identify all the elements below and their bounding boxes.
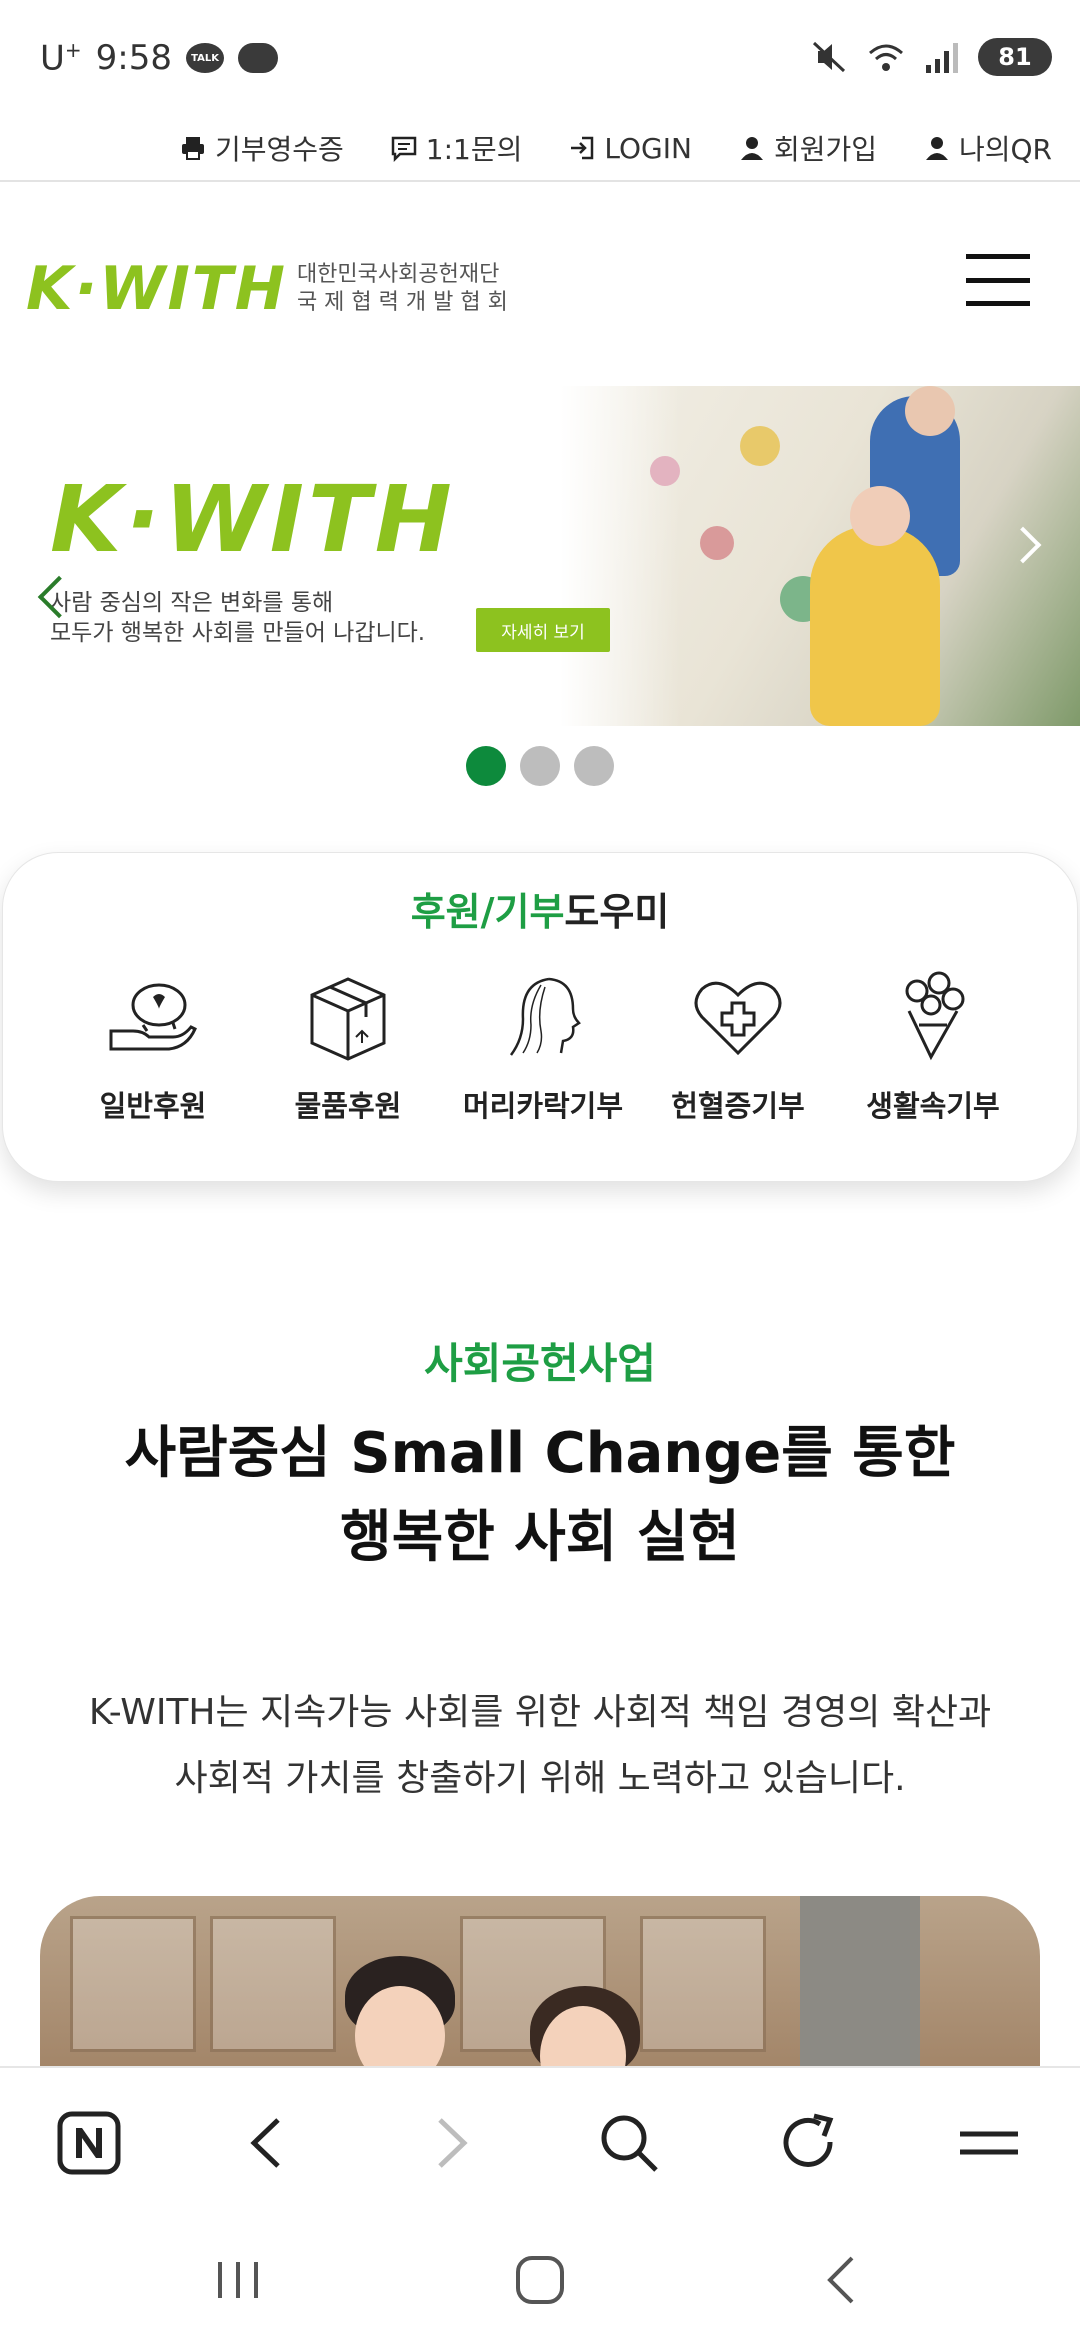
- home-icon[interactable]: [510, 2252, 570, 2308]
- recent-apps-icon[interactable]: [208, 2252, 268, 2308]
- util-label: 1:1문의: [425, 133, 523, 166]
- help-item-label: 물품후원: [294, 1089, 402, 1123]
- hair-profile-icon: [509, 977, 581, 1056]
- system-navigation: [0, 2212, 1080, 2340]
- clock: 9:58: [95, 38, 173, 79]
- logo-line1: 대한민국사회공헌재단: [296, 262, 500, 287]
- help-item-label: 생활속기부: [866, 1089, 1000, 1123]
- search-icon[interactable]: [594, 2108, 664, 2178]
- back-icon[interactable]: [234, 2108, 304, 2178]
- site-logo[interactable]: K·WITH 대한민국사회공헌재단 국 제 협 력 개 발 협 회: [26, 254, 508, 324]
- hero-banner[interactable]: K·WITH 사람 중심의 작은 변화를 통해 모두가 행복한 사회를 만들어 …: [0, 386, 1080, 726]
- login-icon: [571, 136, 594, 160]
- blood-donation-button[interactable]: 헌혈증기부: [648, 965, 828, 1125]
- signup-link[interactable]: 회원가입: [738, 128, 877, 168]
- menu-icon[interactable]: [966, 254, 1030, 306]
- hero-logo: K·WITH: [50, 466, 456, 573]
- help-item-label: 일반후원: [99, 1089, 207, 1123]
- goods-donation-button[interactable]: 물품후원: [258, 965, 438, 1125]
- carrier-label: U+: [40, 38, 82, 79]
- naver-home-icon[interactable]: [54, 2108, 124, 2178]
- status-right: 81: [810, 38, 1052, 76]
- piggy-bank-hand-icon: [109, 983, 197, 1051]
- util-label: 나의QR: [958, 133, 1052, 166]
- box-icon: [310, 977, 386, 1061]
- back-nav-icon[interactable]: [812, 2252, 872, 2308]
- logo-mark: K·WITH: [26, 254, 287, 324]
- status-bar: U+ 9:58 TALK 81: [0, 0, 1080, 120]
- slide-dot-1[interactable]: [466, 746, 506, 786]
- hero-detail-button[interactable]: 자세히 보기: [476, 608, 610, 652]
- refresh-icon[interactable]: [774, 2108, 844, 2178]
- donation-helper-items: 일반후원 물품후원 머리카락기부 헌혈증기부 생활속기부: [63, 965, 1023, 1125]
- util-label: 기부영수증: [214, 133, 344, 166]
- inquiry-link[interactable]: 1:1문의: [390, 128, 523, 168]
- my-qr-link[interactable]: 나의QR: [923, 128, 1052, 168]
- logo-text: 대한민국사회공헌재단 국 제 협 력 개 발 협 회: [297, 261, 508, 317]
- user-icon: [925, 137, 948, 160]
- logo-line2: 국 제 협 력 개 발 협 회: [296, 290, 508, 315]
- cloud-chat-icon: [238, 43, 279, 74]
- status-left: U+ 9:58 TALK: [40, 38, 279, 79]
- battery-icon: 81: [978, 38, 1052, 76]
- help-item-label: 머리카락기부: [462, 1089, 624, 1123]
- utility-links: 기부영수증 1:1문의 LOGIN 회원가입 나의QR: [179, 128, 1052, 168]
- util-label: LOGIN: [604, 131, 692, 165]
- browser-toolbar: [0, 2066, 1080, 2214]
- heart-cross-icon: [694, 981, 782, 1056]
- hero-description: 사람 중심의 작은 변화를 통해 모두가 행복한 사회를 만들어 나갑니다.: [50, 590, 426, 646]
- daily-donation-button[interactable]: 생활속기부: [843, 965, 1023, 1125]
- donation-helper-card: 후원/기부도우미 일반후원 물품후원 머리카락기부 헌혈증기부 생활속기부: [2, 852, 1078, 1182]
- login-link[interactable]: LOGIN: [568, 132, 692, 165]
- mute-icon: [812, 41, 846, 73]
- slide-dot-3[interactable]: [574, 746, 614, 786]
- section-title: 사람중심 Small Change를 통한 행복한 사회 실현: [124, 1421, 956, 1570]
- flower-bouquet-icon: [905, 971, 965, 1061]
- donation-helper-title: 후원/기부도우미: [410, 890, 670, 934]
- wifi-icon: [869, 44, 903, 71]
- hair-donation-button[interactable]: 머리카락기부: [453, 965, 633, 1125]
- help-item-label: 헌혈증기부: [671, 1089, 805, 1123]
- menu-icon[interactable]: [954, 2108, 1024, 2178]
- section-description: K-WITH는 지속가능 사회를 위한 사회적 책임 경영의 확산과 사회적 가…: [88, 1692, 992, 1799]
- printer-icon: [181, 137, 204, 160]
- message-icon: [391, 136, 417, 162]
- slide-dot-2[interactable]: [520, 746, 560, 786]
- donation-receipt-link[interactable]: 기부영수증: [179, 128, 344, 168]
- kakaotalk-icon: TALK: [186, 43, 225, 74]
- user-icon: [740, 137, 763, 160]
- util-label: 회원가입: [773, 133, 877, 166]
- slider-pagination: [0, 746, 1080, 786]
- site-header: K·WITH 대한민국사회공헌재단 국 제 협 력 개 발 협 회: [0, 182, 1080, 372]
- hero-image: [560, 386, 1080, 726]
- forward-icon[interactable]: [414, 2108, 484, 2178]
- section-kicker: 사회공헌사업: [424, 1339, 656, 1388]
- signal-icon: [926, 43, 958, 73]
- general-donation-button[interactable]: 일반후원: [63, 965, 243, 1125]
- utility-bar: 기부영수증 1:1문의 LOGIN 회원가입 나의QR: [0, 120, 1080, 182]
